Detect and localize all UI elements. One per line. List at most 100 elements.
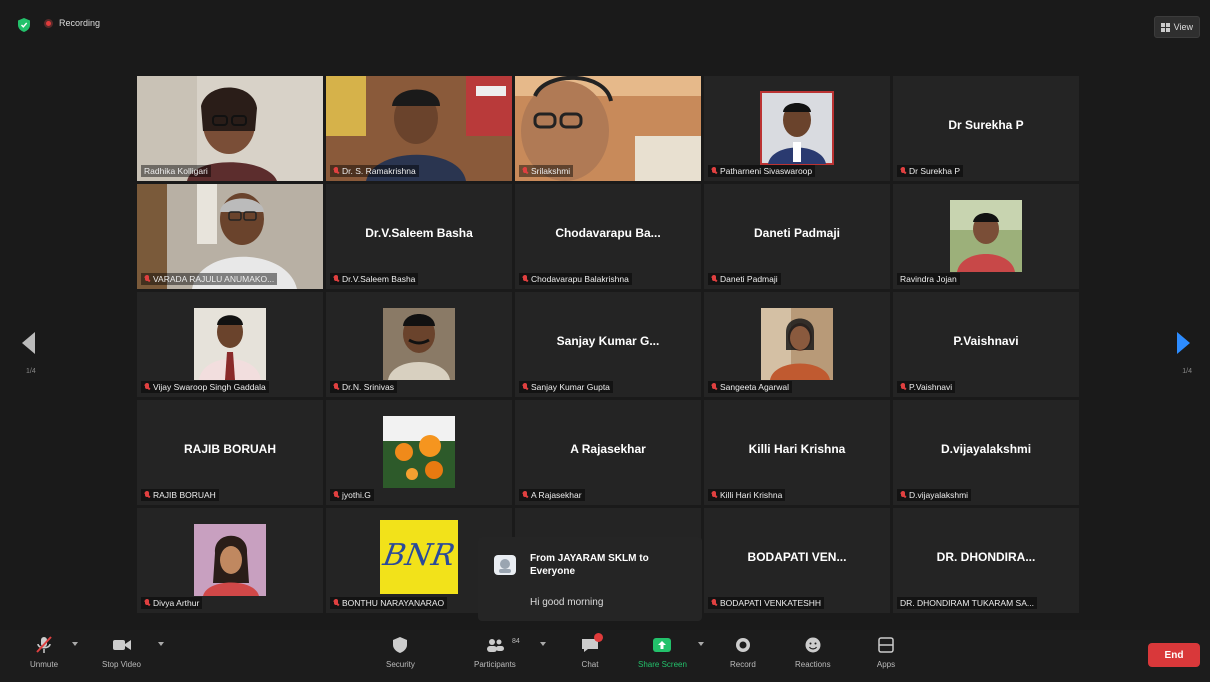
participant-name-label: RAJIB BORUAH	[141, 489, 219, 501]
participant-name: P.Vaishnavi	[909, 382, 953, 392]
participants-icon	[486, 639, 504, 652]
gallery-view-grid: Radhika Kolligari Dr. S. Ramakrishna Srila…	[137, 76, 1079, 615]
participant-name: Dr.N. Srinivas	[342, 382, 394, 392]
participant-tile[interactable]: A Rajasekhar A Rajasekhar	[515, 400, 701, 505]
muted-microphone-icon	[900, 491, 906, 499]
participant-name-card: RAJIB BORUAH	[183, 442, 276, 456]
participant-tile[interactable]: P.Vaishnavi P.Vaishnavi	[893, 292, 1079, 397]
participants-options-caret-icon[interactable]	[540, 642, 546, 646]
video-options-caret-icon[interactable]	[158, 642, 164, 646]
participant-name-label: Sangeeta Agarwal	[708, 381, 792, 393]
participant-name: Chodavarapu Balakrishna	[531, 274, 629, 284]
muted-microphone-icon	[522, 275, 528, 283]
shield-icon	[393, 637, 408, 653]
participant-tile[interactable]: Dr.N. Srinivas	[326, 292, 512, 397]
participant-name-label: P.Vaishnavi	[897, 381, 956, 393]
view-button[interactable]: View	[1153, 16, 1200, 38]
participant-name: DR. DHONDIRAM TUKARAM SA...	[900, 598, 1034, 608]
chat-unread-badge	[594, 633, 603, 642]
apps-button[interactable]: Apps	[876, 636, 896, 669]
recording-label: Recording	[59, 18, 101, 28]
participant-tile[interactable]: Dr Surekha P Dr Surekha P	[893, 76, 1079, 181]
participant-name: Ravindra Jojan	[900, 274, 957, 284]
participant-tile[interactable]: Patharneni Sivaswaroop	[704, 76, 890, 181]
muted-microphone-icon	[522, 167, 528, 175]
participant-name: Divya Arthur	[153, 598, 200, 608]
participant-name-label: DR. DHONDIRAM TUKARAM SA...	[897, 597, 1037, 609]
stop-video-button[interactable]: Stop Video	[102, 636, 141, 669]
participant-name-card: Dr Surekha P	[948, 118, 1024, 132]
meeting-top-bar: Recording View	[0, 0, 1210, 48]
muted-microphone-icon	[144, 599, 150, 607]
participant-name-label: jyothi.G	[330, 489, 374, 501]
security-label: Security	[386, 660, 415, 669]
participant-tile[interactable]: Dr.V.Saleem Basha Dr.V.Saleem Basha	[326, 184, 512, 289]
participant-name-card: DR. DHONDIRA...	[936, 550, 1036, 564]
muted-microphone-icon	[333, 383, 339, 391]
participant-name: D.vijayalakshmi	[909, 490, 969, 500]
chat-message: Hi good morning	[530, 597, 604, 608]
participant-tile[interactable]: jyothi.G	[326, 400, 512, 505]
apps-label: Apps	[876, 660, 896, 669]
participant-tile[interactable]: Srilakshmi	[515, 76, 701, 181]
recording-indicator[interactable]: Recording	[44, 18, 100, 28]
participant-tile[interactable]: Sangeeta Agarwal	[704, 292, 890, 397]
participant-name-label: Sanjay Kumar Gupta	[519, 381, 613, 393]
participant-tile[interactable]: Divya Arthur	[137, 508, 323, 613]
participant-tile[interactable]: Ravindra Jojan	[893, 184, 1079, 289]
participant-name: Dr. S. Ramakrishna	[342, 166, 416, 176]
previous-page-arrow-icon[interactable]	[22, 332, 35, 354]
next-page-arrow-icon[interactable]	[1177, 332, 1190, 354]
participant-name: RAJIB BORUAH	[153, 490, 216, 500]
security-shield-icon[interactable]	[18, 18, 30, 32]
participant-name-label: Killi Hari Krishna	[708, 489, 786, 501]
share-screen-icon	[653, 638, 672, 652]
security-button[interactable]: Security	[386, 636, 415, 669]
participant-tile[interactable]: Daneti Padmaji Daneti Padmaji	[704, 184, 890, 289]
participant-tile[interactable]: D.vijayalakshmi D.vijayalakshmi	[893, 400, 1079, 505]
participant-tile[interactable]: Chodavarapu Ba... Chodavarapu Balakrishna	[515, 184, 701, 289]
end-meeting-button[interactable]: End	[1148, 643, 1200, 667]
participants-button[interactable]: Participants	[474, 636, 516, 669]
participant-tile[interactable]: Sanjay Kumar G... Sanjay Kumar Gupta	[515, 292, 701, 397]
unmute-label: Unmute	[30, 660, 59, 669]
apps-icon	[878, 637, 894, 653]
unmute-button[interactable]: Unmute	[30, 636, 58, 669]
participant-tile[interactable]: DR. DHONDIRA... DR. DHONDIRAM TUKARAM SA.…	[893, 508, 1079, 613]
chat-button[interactable]: Chat	[580, 633, 603, 669]
participant-name-label: Dr Surekha P	[897, 165, 964, 177]
muted-microphone-icon	[711, 491, 717, 499]
participant-name: BODAPATI VENKATESHH	[720, 598, 822, 608]
muted-microphone-icon	[522, 383, 528, 391]
participant-name-card: Daneti Padmaji	[753, 226, 841, 240]
participant-tile[interactable]: Killi Hari Krishna Killi Hari Krishna	[704, 400, 890, 505]
page-indicator-left: 1/4	[26, 368, 36, 375]
audio-options-caret-icon[interactable]	[72, 642, 78, 646]
participant-tile[interactable]: BODAPATI VEN... BODAPATI VENKATESHH	[704, 508, 890, 613]
muted-microphone-icon	[711, 599, 717, 607]
muted-microphone-icon	[522, 491, 528, 499]
muted-microphone-icon	[711, 275, 717, 283]
participant-name-label: Divya Arthur	[141, 597, 203, 609]
participant-name: Sangeeta Agarwal	[720, 382, 789, 392]
chat-notification-popup[interactable]: From JAYARAM SKLM to Everyone Hi good mo…	[478, 537, 702, 621]
participant-tile[interactable]: VARADA RAJULU ANUMAKO...	[137, 184, 323, 289]
muted-microphone-icon	[900, 383, 906, 391]
reactions-button[interactable]: Reactions	[795, 636, 831, 669]
share-screen-button[interactable]: Share Screen	[638, 636, 687, 669]
share-options-caret-icon[interactable]	[698, 642, 704, 646]
participant-name-label: Daneti Padmaji	[708, 273, 781, 285]
participant-tile[interactable]: Dr. S. Ramakrishna	[326, 76, 512, 181]
record-button[interactable]: Record	[730, 636, 756, 669]
participant-tile[interactable]: Radhika Kolligari	[137, 76, 323, 181]
page-indicator-right: 1/4	[1182, 368, 1192, 375]
meeting-toolbar: Unmute Stop Video Security Participants …	[0, 630, 1210, 682]
participant-tile[interactable]: Vijay Swaroop Singh Gaddala	[137, 292, 323, 397]
participant-tile[interactable]: RAJIB BORUAH RAJIB BORUAH	[137, 400, 323, 505]
participant-name-label: Radhika Kolligari	[141, 165, 211, 177]
muted-microphone-icon	[333, 275, 339, 283]
participant-logo-text: BNR	[380, 538, 458, 573]
participant-name: jyothi.G	[342, 490, 371, 500]
participants-count: 84	[512, 638, 520, 645]
participant-name-label: Srilakshmi	[519, 165, 574, 177]
